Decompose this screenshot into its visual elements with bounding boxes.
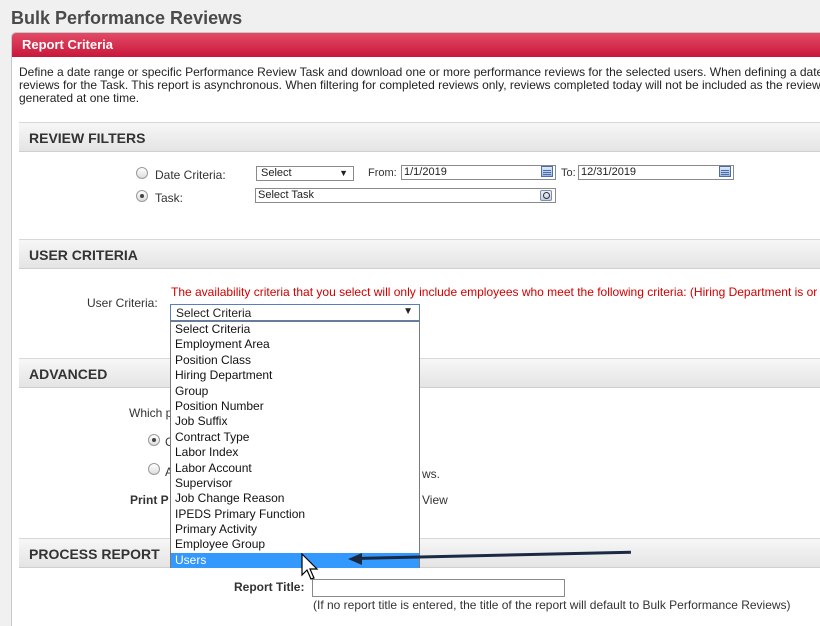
option-users[interactable]: Users — [171, 552, 419, 569]
option-position-number[interactable]: Position Number — [171, 399, 419, 414]
user-criteria-select[interactable]: Select Criteria ▼ — [170, 304, 420, 321]
print-label-fragment: Print P — [130, 493, 169, 507]
mouse-pointer-icon — [301, 553, 319, 580]
chevron-down-icon: ▼ — [403, 306, 413, 317]
report-title-label: Report Title: — [234, 580, 305, 594]
task-radio[interactable] — [136, 190, 148, 202]
from-label: From: — [368, 167, 397, 179]
to-label: To: — [561, 167, 576, 179]
advanced-option-2-suffix: ws. — [422, 467, 440, 481]
option-contract-type[interactable]: Contract Type — [171, 430, 419, 445]
intro-line-3: generated at one time. — [19, 91, 140, 105]
option-job-suffix[interactable]: Job Suffix — [171, 414, 419, 429]
option-job-change-reason[interactable]: Job Change Reason — [171, 491, 419, 506]
date-criteria-select-value: Select — [261, 167, 292, 179]
user-criteria-options[interactable]: Select Criteria Employment Area Position… — [170, 321, 420, 569]
calendar-icon[interactable] — [719, 166, 731, 177]
advanced-option-1-radio[interactable] — [148, 434, 160, 446]
option-labor-account[interactable]: Labor Account — [171, 461, 419, 476]
option-hiring-department[interactable]: Hiring Department — [171, 368, 419, 383]
option-labor-index[interactable]: Labor Index — [171, 445, 419, 460]
task-label: Task: — [155, 191, 184, 205]
option-select-criteria[interactable]: Select Criteria — [171, 322, 419, 337]
from-date-input[interactable]: 1/1/2019 — [401, 165, 556, 180]
option-employee-group[interactable]: Employee Group — [171, 537, 419, 552]
date-criteria-label: Date Criteria: — [155, 168, 226, 182]
option-employment-area[interactable]: Employment Area — [171, 337, 419, 352]
annotation-arrow-head-icon — [348, 553, 362, 565]
date-criteria-radio[interactable] — [136, 167, 148, 179]
option-group[interactable]: Group — [171, 384, 419, 399]
calendar-icon[interactable] — [541, 166, 553, 177]
which-label-fragment: Which p — [129, 406, 173, 420]
intro-line-2: reviews for the Task. This report is asy… — [19, 78, 820, 92]
task-input[interactable]: Select Task — [255, 188, 556, 203]
option-supervisor[interactable]: Supervisor — [171, 476, 419, 491]
chevron-down-icon: ▼ — [339, 168, 348, 178]
user-criteria-heading: USER CRITERIA — [19, 239, 820, 269]
search-icon[interactable] — [540, 190, 552, 201]
review-filters-heading: REVIEW FILTERS — [19, 122, 820, 152]
print-suffix: View — [422, 493, 448, 507]
page-title: Bulk Performance Reviews — [11, 8, 243, 28]
availability-warning: The availability criteria that you selec… — [171, 285, 818, 299]
user-criteria-label: User Criteria: — [87, 296, 158, 310]
option-position-class[interactable]: Position Class — [171, 353, 419, 368]
panel-header: Report Criteria — [12, 33, 820, 57]
intro-text: Define a date range or specific Performa… — [19, 66, 820, 105]
report-title-input[interactable] — [312, 579, 565, 597]
user-criteria-select-value: Select Criteria — [176, 306, 252, 320]
to-date-input[interactable]: 12/31/2019 — [578, 165, 734, 180]
advanced-option-2-radio[interactable] — [148, 463, 160, 475]
date-criteria-select[interactable]: Select ▼ — [256, 166, 354, 181]
report-title-note: (If no report title is entered, the titl… — [313, 598, 791, 612]
option-primary-activity[interactable]: Primary Activity — [171, 522, 419, 537]
option-ipeds-primary-function[interactable]: IPEDS Primary Function — [171, 507, 419, 522]
